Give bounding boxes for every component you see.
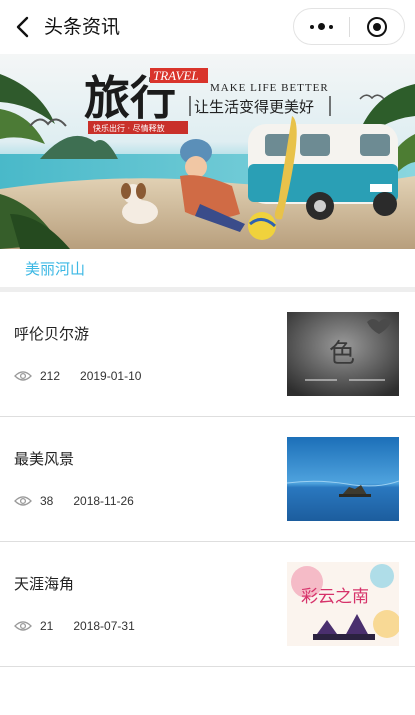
news-item[interactable]: 最美风景 38 2018-11-26 xyxy=(0,417,415,542)
eye-icon xyxy=(14,370,32,382)
view-count: 38 xyxy=(40,494,54,508)
banner-slogan: 让生活变得更美好 xyxy=(194,98,314,116)
news-thumbnail: 彩云之南 xyxy=(287,562,399,646)
eye-icon xyxy=(14,495,32,507)
target-circle-icon xyxy=(366,16,387,37)
banner-tag: TRAVEL xyxy=(153,68,199,83)
banner-subtitle: MAKE LIFE BETTER xyxy=(210,82,329,94)
news-title: 最美风景 xyxy=(14,450,75,468)
news-meta: 38 2018-11-26 xyxy=(14,494,134,508)
eye-icon xyxy=(14,620,32,632)
view-count: 21 xyxy=(40,619,54,633)
back-button[interactable] xyxy=(8,11,36,43)
category-tab[interactable]: 美丽河山 xyxy=(25,259,85,279)
news-title: 天涯海角 xyxy=(14,575,75,593)
thumb-text: 色 xyxy=(329,339,355,369)
news-thumbnail xyxy=(287,437,399,521)
thumb-text: 彩云之南 xyxy=(301,587,369,607)
news-thumbnail: 色 xyxy=(287,312,399,396)
news-meta: 212 2019-01-10 xyxy=(14,369,141,383)
more-dots-icon xyxy=(309,23,333,30)
news-meta: 21 2018-07-31 xyxy=(14,619,135,633)
view-count: 212 xyxy=(40,369,61,383)
news-item[interactable]: 天涯海角 21 2018-07-31 彩云之南 xyxy=(0,542,415,667)
page-title: 头条资讯 xyxy=(44,16,121,38)
publish-date: 2018-11-26 xyxy=(73,494,134,508)
close-button[interactable] xyxy=(350,9,405,44)
banner-chip: 快乐出行 · 尽情释放 xyxy=(93,123,165,133)
mini-program-capsule xyxy=(293,8,405,45)
news-item[interactable]: 呼伦贝尔游 212 2019-01-10 色 xyxy=(0,292,415,417)
news-title: 呼伦贝尔游 xyxy=(14,325,90,343)
nav-bar: 头条资讯 xyxy=(0,0,415,54)
publish-date: 2019-01-10 xyxy=(80,369,142,383)
chevron-left-icon xyxy=(16,16,29,38)
more-button[interactable] xyxy=(294,9,349,44)
publish-date: 2018-07-31 xyxy=(73,619,135,633)
category-bar: 美丽河山 xyxy=(0,249,415,287)
banner-image[interactable]: 旅行 TRAVEL MAKE LIFE BETTER 让生活变得更美好 快乐出行… xyxy=(0,54,415,249)
